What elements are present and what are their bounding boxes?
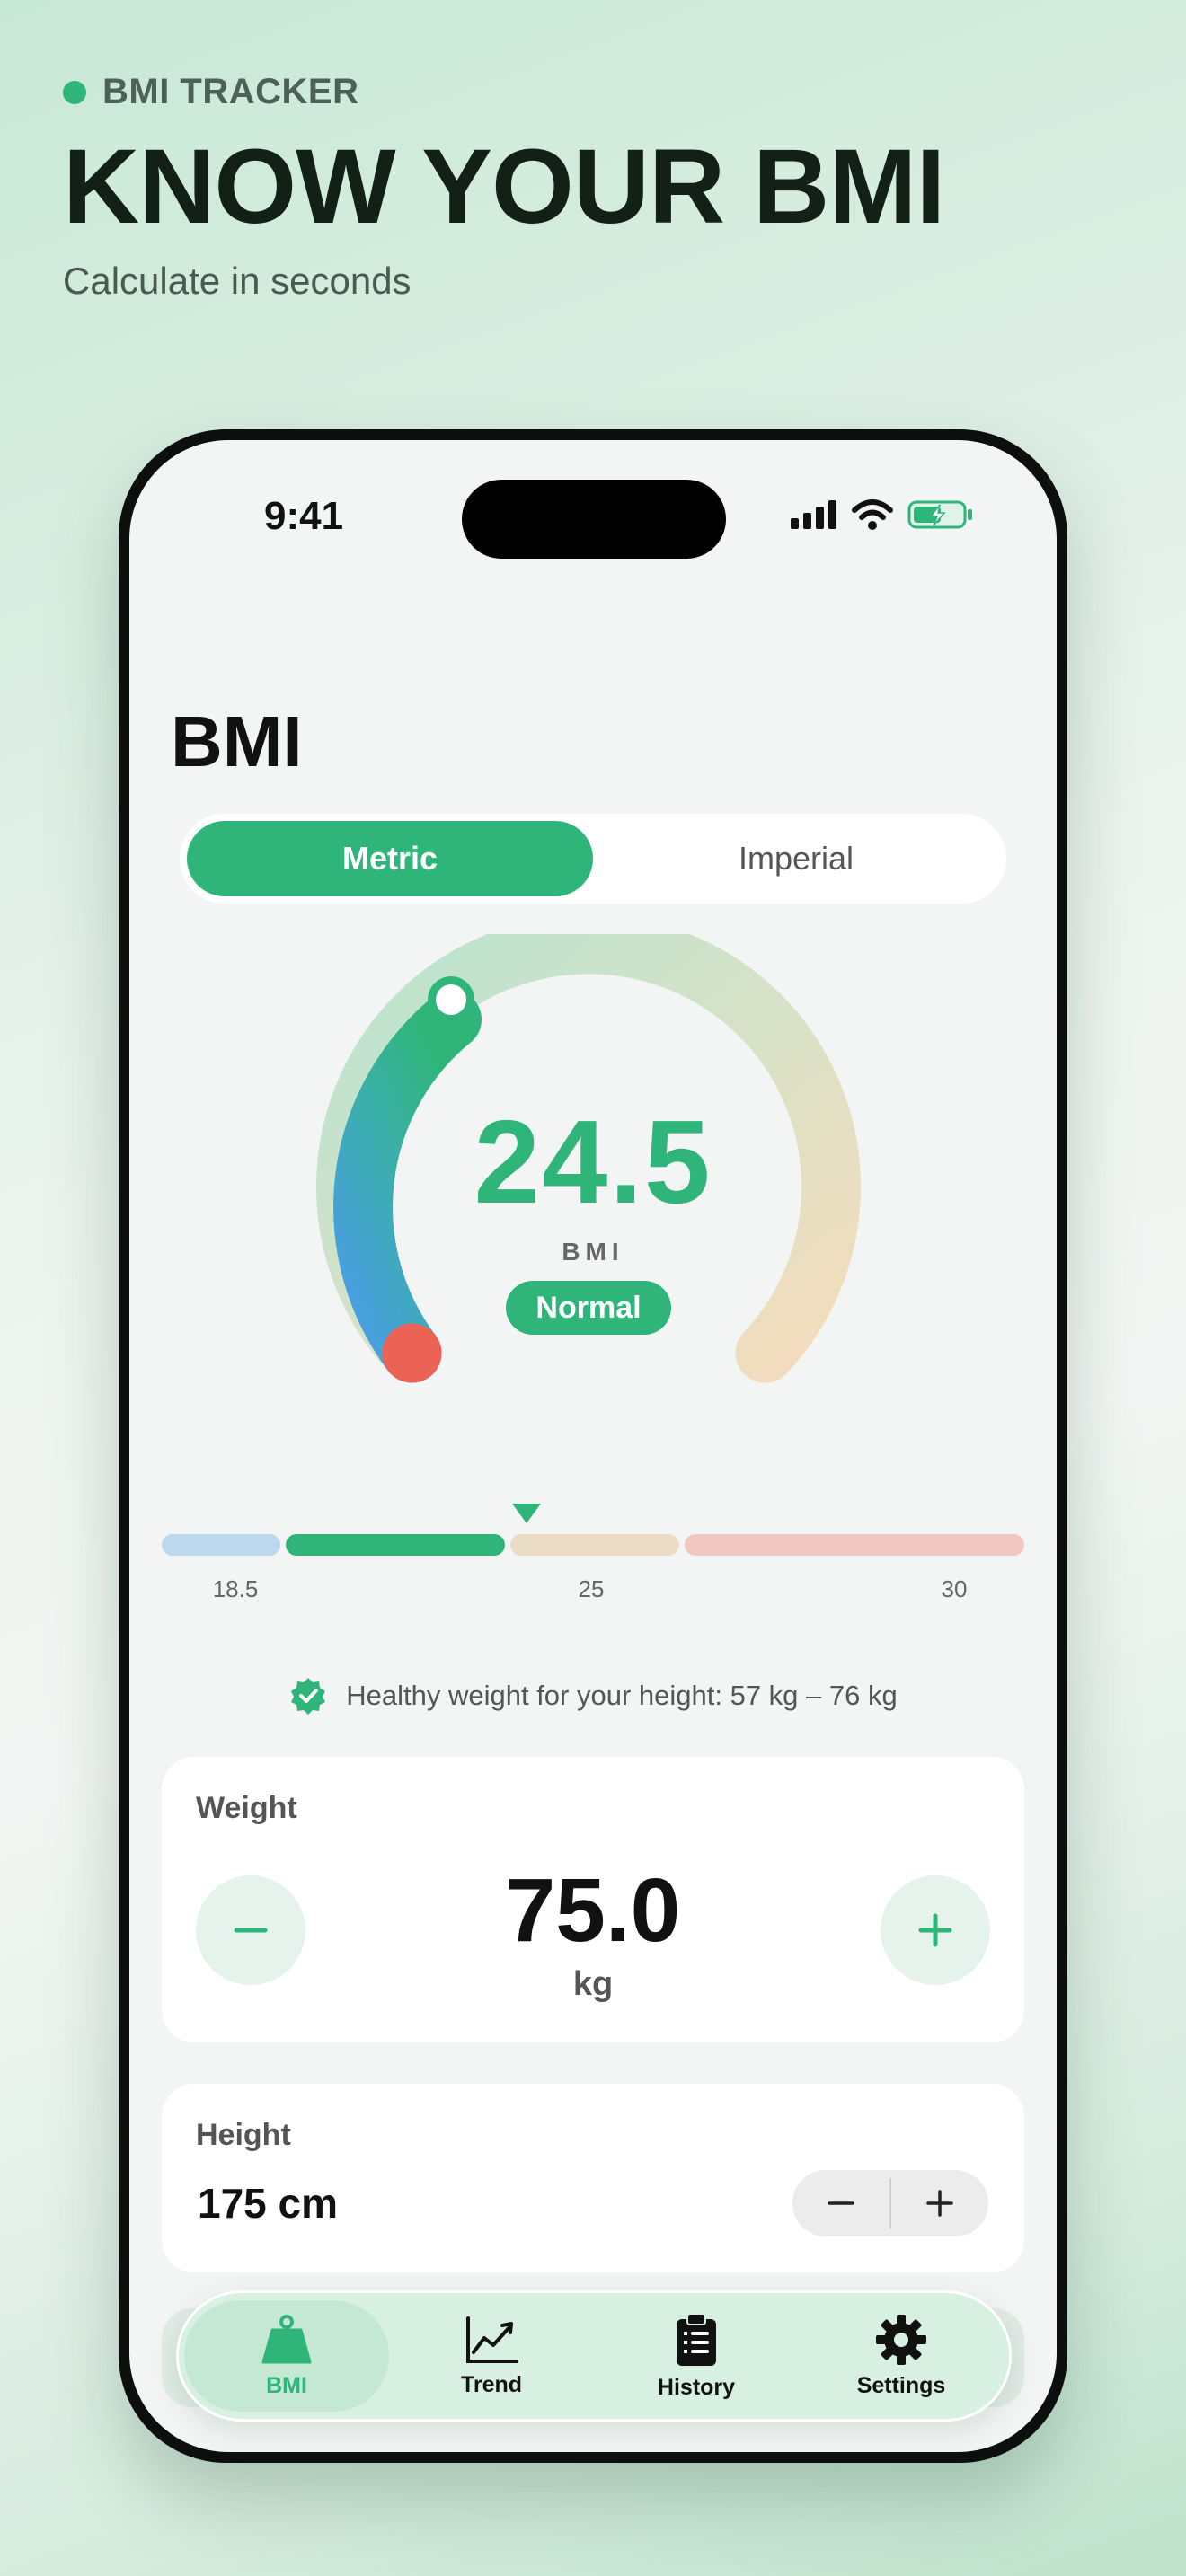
weight-label: Weight (196, 1791, 297, 1825)
tab-bmi[interactable]: BMI (184, 2300, 389, 2412)
scale-obese (685, 1534, 1024, 1556)
app-screen: 9:41 BMI Metric Imperial 24.5 BMI Normal… (129, 440, 1057, 2452)
scale-normal (286, 1534, 505, 1556)
status-time: 9:41 (264, 494, 344, 538)
scale-tick: 30 (941, 1575, 968, 1602)
tag-dot-icon (63, 80, 86, 104)
height-decrease-button[interactable] (792, 2170, 890, 2236)
verified-check-icon (291, 1678, 326, 1715)
tab-bar: BMI Trend History Settings (176, 2290, 1012, 2422)
gear-icon (876, 2314, 926, 2365)
status-icons (791, 499, 974, 530)
hero-tag: BMI TRACKER (63, 72, 944, 112)
dynamic-island (462, 480, 726, 559)
unit-toggle[interactable]: Metric Imperial (180, 814, 1006, 904)
scale-tick: 18.5 (212, 1575, 259, 1602)
hero-headline: KNOW YOUR BMI (63, 128, 945, 246)
status-bar: 9:41 (129, 480, 1057, 559)
height-increase-button[interactable] (891, 2170, 988, 2236)
height-stepper[interactable] (792, 2170, 988, 2236)
height-card: Height 175 cm (162, 2084, 1024, 2272)
healthy-range: Healthy weight for your height: 57 kg – … (129, 1676, 1057, 1716)
healthy-range-text: Healthy weight for your height: 57 kg – … (346, 1680, 898, 1711)
tab-label: Trend (460, 2371, 523, 2397)
screen-title: BMI (171, 701, 303, 781)
battery-charging-icon (907, 500, 972, 529)
chart-icon (466, 2316, 518, 2363)
bmi-status-badge: Normal (506, 1281, 671, 1335)
bmi-scale: 18.5 25 30 (162, 1504, 1024, 1606)
scale-underweight (162, 1534, 280, 1556)
clipboard-icon (677, 2312, 716, 2366)
gauge-current-knob-center (436, 984, 466, 1015)
bmi-value: 24.5 (474, 1096, 712, 1228)
tab-label: BMI (266, 2372, 307, 2398)
tab-trend[interactable]: Trend (389, 2300, 594, 2412)
tab-settings[interactable]: Settings (799, 2300, 1004, 2412)
signal-icon (791, 500, 836, 529)
tab-history[interactable]: History (594, 2300, 799, 2412)
plus-icon (926, 2190, 953, 2217)
bmi-label: BMI (562, 1238, 624, 1266)
scale-tick: 25 (578, 1575, 605, 1602)
minus-icon (828, 2201, 854, 2205)
wifi-icon (852, 499, 893, 530)
segment-imperial[interactable]: Imperial (593, 821, 999, 896)
plus-icon (918, 1913, 952, 1947)
segment-metric[interactable]: Metric (187, 821, 593, 896)
height-label: Height (196, 2118, 291, 2152)
scale-overweight (510, 1534, 679, 1556)
tab-label: History (657, 2374, 736, 2400)
bmi-gauge: 24.5 BMI Normal (296, 934, 890, 1491)
hero-subline: Calculate in seconds (63, 259, 412, 302)
hero: BMI TRACKER KNOW YOUR BMI Calculate in s… (63, 72, 945, 303)
weight-increase-button[interactable] (881, 1875, 990, 1985)
weight-icon (261, 2314, 312, 2363)
phone-frame: 9:41 BMI Metric Imperial 24.5 BMI Normal… (119, 429, 1067, 2463)
weight-card: Weight 75.0 kg (162, 1757, 1024, 2042)
weight-unit: kg (572, 1965, 614, 2003)
height-value: 175 cm (198, 2180, 339, 2227)
hero-tag-text: BMI TRACKER (102, 72, 359, 111)
tab-label: Settings (856, 2372, 946, 2398)
scale-pointer-icon (512, 1504, 541, 1523)
